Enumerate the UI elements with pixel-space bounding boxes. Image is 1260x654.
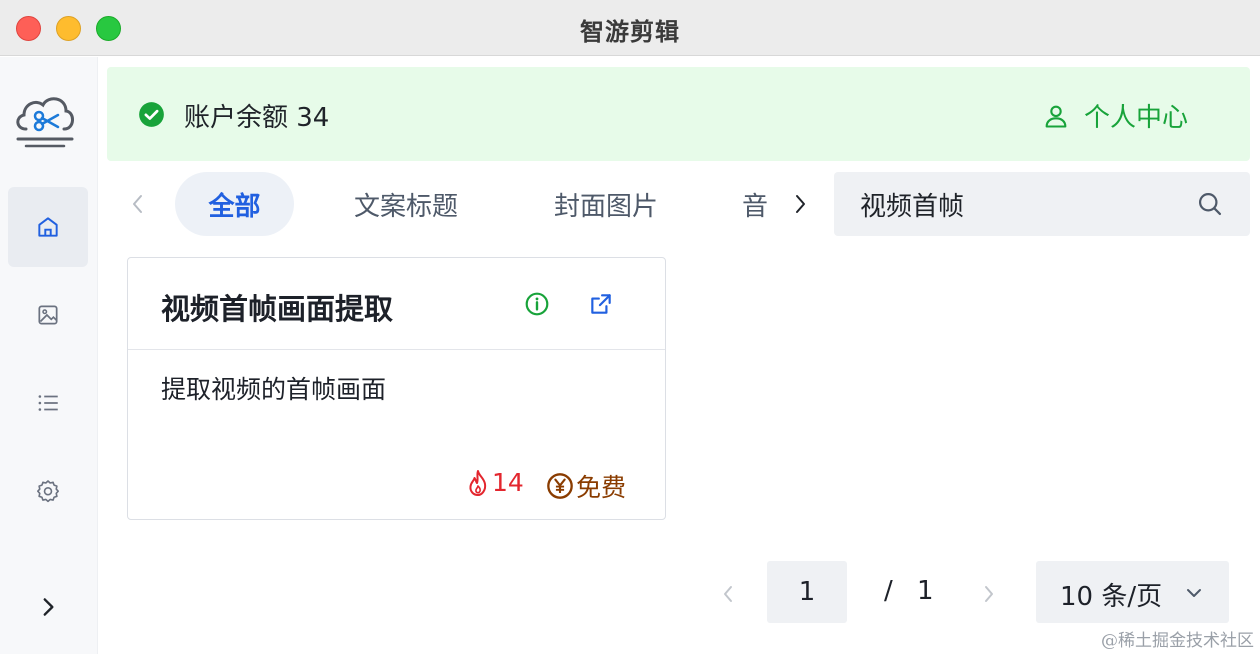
page-next-button[interactable] [978,580,1000,608]
page-separator: / [884,576,893,606]
chevron-right-icon [43,598,54,616]
page-size-label: 10 条/页 [1060,582,1163,612]
chevron-down-icon [1187,589,1201,597]
sidebar-item-home[interactable] [8,187,88,267]
page-size-select[interactable]: 10 条/页 [1036,561,1229,623]
tab-cover-image[interactable]: 封面图片 [536,172,676,236]
balance-banner: 账户余额 34 个人中心 [107,67,1250,161]
tabs-next-button[interactable] [788,188,812,220]
sidebar [0,57,98,654]
profile-link[interactable]: 个人中心 [1042,97,1188,134]
user-icon [1045,105,1067,128]
page-prev-button[interactable] [717,580,739,608]
list-icon [38,395,58,411]
tab-copywriting-title[interactable]: 文案标题 [336,172,476,236]
yen-coin-icon [547,473,573,499]
search-box [834,172,1250,236]
total-pages: 1 [917,576,934,606]
profile-link-label: 个人中心 [1083,103,1188,133]
external-link-icon[interactable] [588,291,614,317]
tool-card[interactable]: 视频首帧画面提取 提取视频的首帧画面 14 免费 [127,257,666,520]
hot-count: 14 [466,468,524,497]
tool-card-title: 视频首帧画面提取 [161,292,394,326]
search-icon[interactable] [1196,190,1224,218]
hot-count-value: 14 [492,468,524,497]
account-balance: 账户余额 34 [184,103,330,133]
fire-icon [469,469,487,496]
gear-icon [37,480,59,503]
image-icon [38,305,58,325]
app-logo-icon [16,97,74,148]
info-icon[interactable] [524,291,550,317]
tool-card-header: 视频首帧画面提取 [128,258,665,350]
check-circle-icon [139,102,164,127]
sidebar-item-images[interactable] [8,275,88,355]
watermark: @稀土掘金技术社区 [1101,631,1254,651]
sidebar-item-settings[interactable] [8,451,88,531]
sidebar-expand-button[interactable] [8,567,88,647]
tabs-prev-button[interactable] [126,188,150,220]
sidebar-item-list[interactable] [8,363,88,443]
window-title: 智游剪辑 [580,18,680,46]
tab-all[interactable]: 全部 [175,172,294,236]
price-value: 免费 [576,473,627,502]
current-page-input[interactable]: 1 [767,561,847,623]
home-icon [38,217,58,237]
search-input[interactable] [860,186,1180,222]
tool-card-description: 提取视频的首帧画面 [161,375,387,404]
tab-audio[interactable]: 音 [742,172,786,236]
price-tag: 免费 [546,468,626,504]
title-bar: 智游剪辑 [0,0,1260,56]
